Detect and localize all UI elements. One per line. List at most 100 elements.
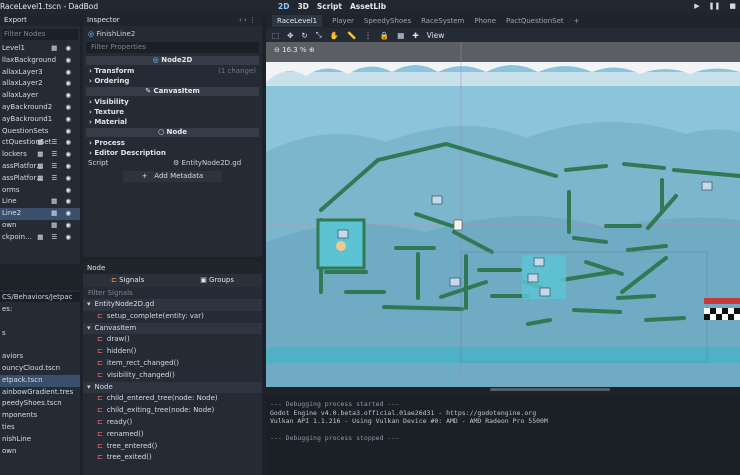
view-menu[interactable]: View [427, 31, 445, 40]
scene-tree-item[interactable]: orms ◉ [0, 185, 80, 197]
h-scrollbar-thumb[interactable] [490, 388, 610, 391]
zoom-level[interactable]: 16.3 % [282, 46, 306, 54]
rotate-tool-icon[interactable]: ↻ [301, 31, 307, 40]
signal-item[interactable]: ⊏ visibility_changed() [83, 370, 262, 382]
visibility-eye-icon[interactable]: ▦ ◉ [51, 208, 74, 220]
history-arrows-icon[interactable]: ‹ › ⋮ [239, 16, 256, 24]
file-item[interactable]: nishLine [0, 434, 80, 446]
inspector-tab[interactable]: Inspector ‹ › ⋮ [83, 14, 262, 26]
prop-texture[interactable]: › Texture [83, 107, 262, 117]
scene-tab[interactable]: RaceSystem [421, 17, 464, 25]
filter-properties-input[interactable]: Filter Properties [86, 42, 259, 53]
signal-item[interactable]: ⊏ child_exiting_tree(node: Node) [83, 405, 262, 417]
scene-dock-tab[interactable]: Export [0, 14, 80, 26]
level-canvas[interactable]: ⊖ 16.3 % ⊕ [266, 42, 740, 395]
bone-icon[interactable]: ✚ [412, 31, 418, 40]
file-item[interactable]: own [0, 446, 80, 458]
visibility-eye-icon[interactable]: ▦ ◉ [51, 220, 74, 232]
stop-icon[interactable]: ■ [729, 2, 736, 10]
visibility-eye-icon[interactable]: ◉ [65, 55, 74, 67]
play-icon[interactable]: ▶ [694, 2, 699, 10]
select-tool-icon[interactable]: ⬚ [272, 31, 279, 40]
visibility-eye-icon[interactable]: ▦ ☰ ◉ [37, 149, 74, 161]
prop-transform[interactable]: › Transform (1 change) [83, 66, 262, 76]
signal-item[interactable]: ⊏ tree_exited() [83, 452, 262, 464]
scene-tree-item[interactable]: allaxLayer2 ◉ [0, 78, 80, 90]
scene-tree-item[interactable]: own ▦ ◉ [0, 220, 80, 232]
tab-signals[interactable]: ⊏ Signals [111, 274, 144, 287]
file-item[interactable]: ties [0, 422, 80, 434]
signal-item[interactable]: ⊏ item_rect_changed() [83, 358, 262, 370]
file-item[interactable] [0, 339, 80, 351]
signal-item[interactable]: ⊏ ready() [83, 417, 262, 429]
filter-nodes-input[interactable]: Filter Nodes [2, 29, 78, 40]
visibility-eye-icon[interactable]: ▦ ☰ ◉ [37, 161, 74, 173]
scene-tree-item[interactable]: assPlatfor… ▦ ☰ ◉ [0, 161, 80, 173]
visibility-eye-icon[interactable]: ▦ ◉ [51, 196, 74, 208]
scene-tree-item[interactable]: Line2 ▦ ◉ [0, 208, 80, 220]
scene-tree-item[interactable]: QuestionSets ◉ [0, 126, 80, 138]
file-item[interactable]: s [0, 328, 80, 340]
scene-tree-item[interactable]: assPlatfor… ▦ ☰ ◉ [0, 173, 80, 185]
file-item[interactable]: etpack.tscn [0, 374, 80, 387]
file-item[interactable]: mponents [0, 410, 80, 422]
prop-process[interactable]: › Process [83, 138, 262, 148]
prop-material[interactable]: › Material [83, 117, 262, 127]
visibility-eye-icon[interactable]: ◉ [65, 67, 74, 79]
signal-item[interactable]: ⊏ setup_complete(entity: var) [83, 311, 262, 323]
signal-group-header[interactable]: ▾ CanvasItem [83, 322, 262, 335]
scene-tree-item[interactable]: ctQuestionSet ▦ ☰ ◉ [0, 137, 80, 149]
snap-icon[interactable]: ⋮ [364, 31, 372, 40]
prop-ordering[interactable]: › Ordering [83, 76, 262, 86]
visibility-eye-icon[interactable]: ▦ ☰ ◉ [37, 232, 74, 244]
visibility-eye-icon[interactable]: ▦ ☰ ◉ [37, 173, 74, 185]
inspected-node-field[interactable]: ◎ FinishLine2 [83, 29, 262, 39]
signal-item[interactable]: ⊏ child_entered_tree(node: Node) [83, 393, 262, 405]
filter-signals-input[interactable]: Filter Signals [83, 287, 262, 299]
mode-assetlib-button[interactable]: AssetLib [350, 2, 386, 11]
file-item[interactable]: es: [0, 304, 80, 316]
scene-tree-item[interactable]: lockers ▦ ☰ ◉ [0, 149, 80, 161]
pan-tool-icon[interactable]: ✋ [330, 31, 339, 40]
visibility-eye-icon[interactable]: ◉ [65, 185, 74, 197]
scene-tab[interactable]: Player [332, 17, 354, 25]
zoom-in-icon[interactable]: ⊕ [309, 46, 315, 54]
scene-tab[interactable]: Phone [474, 17, 496, 25]
script-value-field[interactable]: ⚙ EntityNode2D.gd [173, 158, 241, 168]
scene-tab[interactable]: SpeedyShoes [364, 17, 411, 25]
mode-script-button[interactable]: Script [317, 2, 342, 11]
add-metadata-button[interactable]: + Add Metadata [123, 171, 222, 182]
scene-tree-item[interactable]: llaxBackground ◉ [0, 55, 80, 67]
scene-tab[interactable]: RaceLevel1 [272, 15, 323, 27]
group-icon[interactable]: ▦ [397, 31, 404, 40]
lock-icon[interactable]: 🔒 [380, 31, 389, 40]
visibility-eye-icon[interactable]: ◉ [65, 78, 74, 90]
scene-tree-item[interactable]: ckpoin… ▦ ☰ ◉ [0, 232, 80, 244]
pause-icon[interactable]: ❚❚ [709, 2, 721, 10]
move-tool-icon[interactable]: ✥ [287, 31, 293, 40]
visibility-eye-icon[interactable]: ◉ [65, 126, 74, 138]
prop-editor-description[interactable]: › Editor Description [83, 148, 262, 158]
scene-tree-item[interactable]: ayBackround2 ◉ [0, 102, 80, 114]
signal-item[interactable]: ⊏ renamed() [83, 429, 262, 441]
file-item[interactable]: aviors [0, 351, 80, 363]
tab-groups[interactable]: ▣ Groups [200, 274, 234, 287]
mode-2d-button[interactable]: 2D [278, 2, 289, 11]
signal-item[interactable]: ⊏ draw() [83, 334, 262, 346]
zoom-out-icon[interactable]: ⊖ [274, 46, 280, 54]
visibility-eye-icon[interactable]: ◉ [65, 90, 74, 102]
node-tab[interactable]: Node [83, 262, 262, 274]
scene-tree-item[interactable]: Level1 ▦ ◉ [0, 43, 80, 55]
visibility-eye-icon[interactable]: ◉ [65, 114, 74, 126]
prop-visibility[interactable]: › Visibility [83, 97, 262, 107]
visibility-eye-icon[interactable]: ◉ [65, 102, 74, 114]
scene-tree-item[interactable]: allaxLayer3 ◉ [0, 67, 80, 79]
signal-item[interactable]: ⊏ hidden() [83, 346, 262, 358]
file-item[interactable]: ainbowGradient.tres [0, 387, 80, 399]
scale-tool-icon[interactable]: ⤡ [316, 30, 322, 40]
scene-tree-item[interactable]: allaxLayer ◉ [0, 90, 80, 102]
file-item[interactable]: peedyShoes.tscn [0, 398, 80, 410]
mode-3d-button[interactable]: 3D [297, 2, 308, 11]
signal-group-header[interactable]: ▾ Node [83, 381, 262, 394]
file-item[interactable] [0, 316, 80, 328]
